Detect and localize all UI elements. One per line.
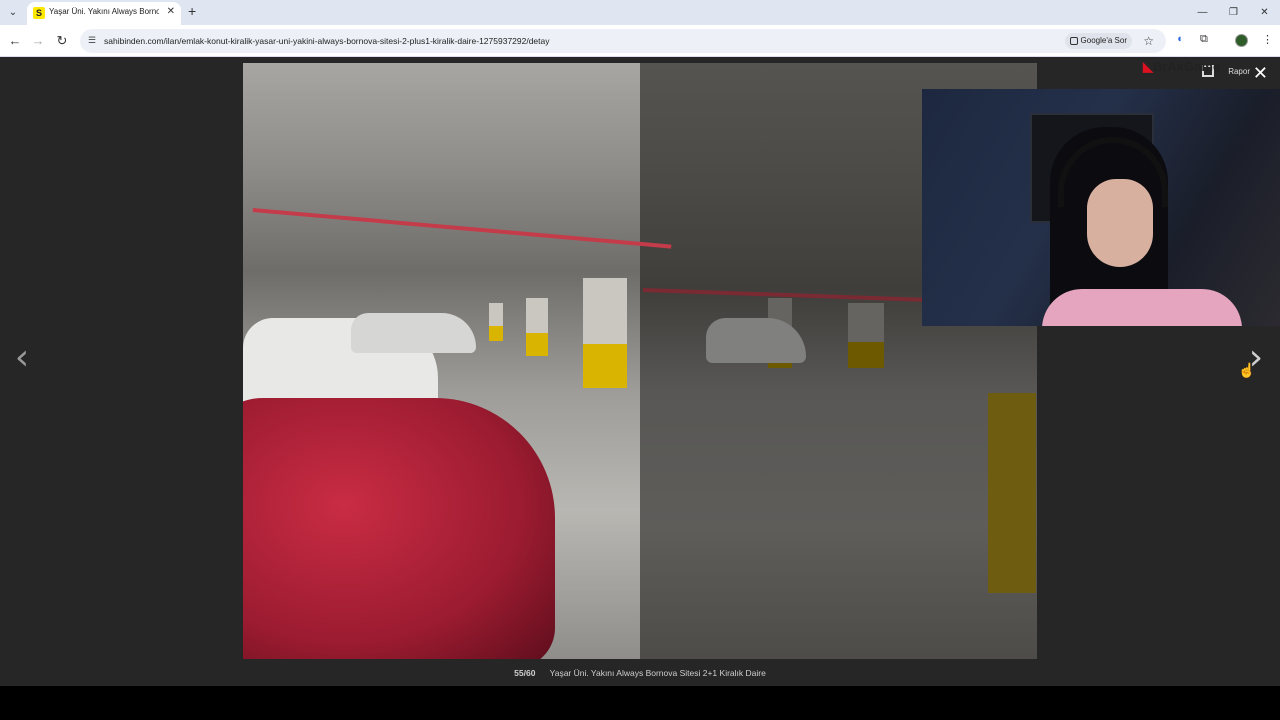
white-car: [351, 313, 476, 353]
google-sor-label: Google'a Sor: [1080, 36, 1127, 45]
viewer-close-icon[interactable]: ✕: [1253, 63, 1268, 84]
reload-icon[interactable]: ↻: [53, 32, 71, 50]
extensions-puzzle-icon[interactable]: ⧉: [1200, 33, 1208, 46]
red-car: [243, 398, 555, 659]
streamer-shirt: [1042, 289, 1242, 326]
tab-title: Yaşar Üni. Yakını Always Bornov: [49, 7, 159, 16]
extension-audio-icon[interactable]: ◖: [1176, 33, 1183, 45]
bookmark-star-icon[interactable]: ☆: [1143, 34, 1154, 48]
restore-button[interactable]: ❐: [1218, 0, 1249, 25]
chevron-down-icon[interactable]: ⌄: [4, 4, 22, 22]
minimize-button[interactable]: —: [1187, 0, 1218, 25]
photo-counter: 55/60: [514, 668, 536, 678]
streamer-face: [1087, 179, 1153, 267]
tab-close-icon[interactable]: ✕: [167, 6, 175, 17]
browser-tab[interactable]: S Yaşar Üni. Yakını Always Bornov ✕: [27, 2, 181, 25]
parking-pillar: [526, 298, 548, 356]
parking-pillar: [848, 303, 884, 368]
yellow-pillar-edge: [988, 393, 1036, 593]
new-tab-button[interactable]: +: [188, 3, 196, 19]
hand-cursor-icon: ☝: [1238, 362, 1256, 378]
google-sor-button[interactable]: Google'a Sor: [1064, 33, 1132, 49]
previous-photo-arrow-icon[interactable]: ‹: [10, 340, 34, 376]
parking-pillar: [583, 278, 627, 388]
listing-title: Yaşar Üni. Yakını Always Bornova Sitesi …: [549, 668, 766, 678]
tab-bar: ⌄ S Yaşar Üni. Yakını Always Bornov ✕ + …: [0, 0, 1280, 25]
window-controls: — ❐ ✕: [1187, 0, 1280, 25]
profile-avatar[interactable]: [1235, 34, 1248, 47]
parking-pillar: [489, 303, 503, 341]
logo-mark-icon: ◣: [1143, 59, 1153, 74]
url-text[interactable]: sahibinden.com/ilan/emlak-konut-kiralik-…: [104, 36, 550, 46]
bottom-letterbox: [0, 686, 1280, 720]
menu-kebab-icon[interactable]: ⋮: [1262, 33, 1273, 46]
streamer-webcam-overlay: [922, 89, 1280, 326]
window-close-button[interactable]: ✕: [1249, 0, 1280, 25]
forward-arrow-icon[interactable]: →: [29, 32, 47, 50]
listing-photo[interactable]: [243, 63, 1037, 659]
sahibinden-favicon-icon: S: [33, 7, 45, 19]
browser-toolbar: ← → ↻ ☰ sahibinden.com/ilan/emlak-konut-…: [0, 25, 1280, 57]
report-link[interactable]: Rapor: [1228, 67, 1250, 76]
stream-logo: ◣BrAkGame: [1143, 59, 1220, 75]
back-arrow-icon[interactable]: ←: [6, 32, 24, 50]
lens-icon: [1069, 37, 1078, 45]
logo-text: BrAkGame: [1153, 59, 1221, 74]
address-bar[interactable]: ☰ sahibinden.com/ilan/emlak-konut-kirali…: [80, 29, 1166, 53]
site-info-icon[interactable]: ☰: [88, 35, 96, 46]
photo-caption: 55/60 Yaşar Üni. Yakını Always Bornova S…: [0, 668, 1280, 678]
